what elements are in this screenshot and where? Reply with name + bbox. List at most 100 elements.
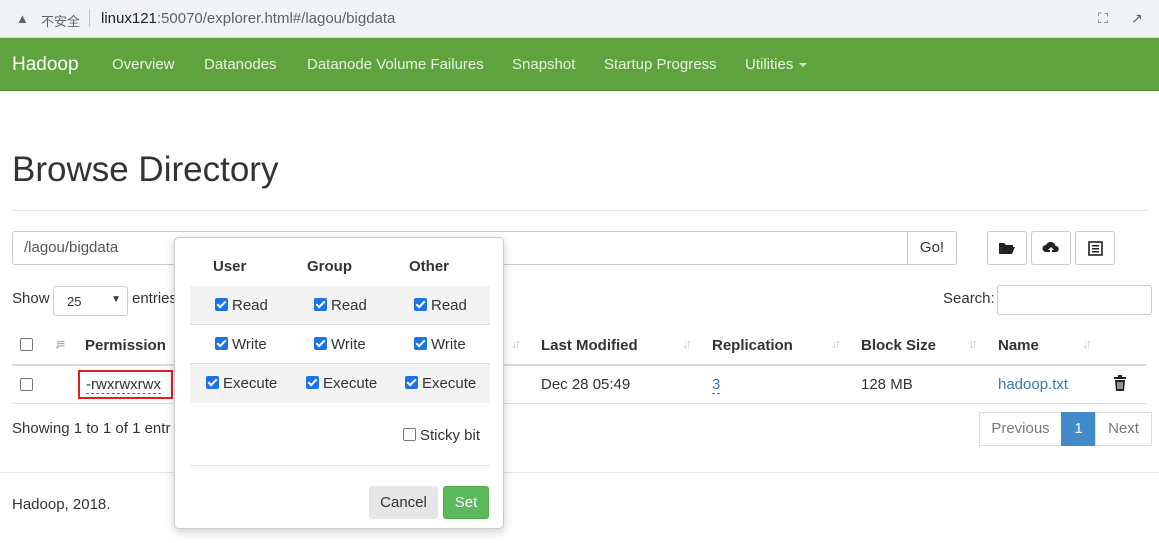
- user-execute-checkbox[interactable]: Execute: [206, 375, 277, 392]
- page-title: Browse Directory: [12, 150, 279, 189]
- other-write-checkbox[interactable]: Write: [414, 336, 466, 353]
- last-modified-cell: Dec 28 05:49: [541, 376, 631, 393]
- translate-icon[interactable]: ⛶: [1098, 10, 1108, 27]
- execute-label: Execute: [223, 375, 278, 392]
- group-execute-checkbox[interactable]: Execute: [306, 375, 377, 392]
- page-1-button[interactable]: 1: [1061, 412, 1096, 446]
- url-host: linux121: [101, 10, 157, 27]
- caret-down-icon: [799, 63, 808, 68]
- nav-snapshot[interactable]: Snapshot: [512, 56, 575, 73]
- permission-link[interactable]: -rwxrwxrwx: [86, 376, 161, 394]
- select-all-checkbox[interactable]: [20, 338, 33, 351]
- checkbox-checked-icon: [215, 337, 228, 350]
- header-name[interactable]: Name: [998, 337, 1039, 354]
- header-replication[interactable]: Replication: [712, 337, 793, 354]
- nav-datanode-volume-failures[interactable]: Datanode Volume Failures: [307, 56, 484, 73]
- checkbox-checked-icon: [314, 337, 327, 350]
- checkbox-checked-icon: [206, 376, 219, 389]
- group-write-checkbox[interactable]: Write: [314, 336, 366, 353]
- security-label[interactable]: 不安全: [41, 11, 80, 30]
- next-page-button[interactable]: Next: [1095, 412, 1152, 446]
- list-alt-icon: [1087, 240, 1103, 256]
- user-write-checkbox[interactable]: Write: [215, 336, 267, 353]
- top-navbar: Hadoop Overview Datanodes Datanode Volum…: [0, 38, 1159, 91]
- entries-per-page-select[interactable]: 25 ▼: [53, 286, 128, 316]
- checkbox-checked-icon: [414, 298, 427, 311]
- cancel-button[interactable]: Cancel: [369, 486, 438, 519]
- search-input[interactable]: [997, 285, 1152, 315]
- checkbox-checked-icon: [215, 298, 228, 311]
- share-icon[interactable]: ↗: [1131, 10, 1143, 27]
- read-row: Read Read Read: [190, 286, 490, 325]
- read-label: Read: [431, 297, 467, 314]
- entries-label: entries: [132, 290, 178, 307]
- set-button[interactable]: Set: [443, 486, 489, 519]
- checkbox-checked-icon: [414, 337, 427, 350]
- go-button[interactable]: Go!: [907, 231, 957, 265]
- url-path: :50070/explorer.html#/lagou/bigdata: [156, 10, 396, 27]
- url-field[interactable]: linux121:50070/explorer.html#/lagou/bigd…: [101, 10, 395, 27]
- other-execute-checkbox[interactable]: Execute: [405, 375, 476, 392]
- footer-text: Hadoop, 2018.: [12, 496, 111, 513]
- read-label: Read: [232, 297, 268, 314]
- user-read-checkbox[interactable]: Read: [215, 297, 268, 314]
- sticky-bit-checkbox[interactable]: Sticky bit: [403, 427, 480, 444]
- nav-utilities-label: Utilities: [745, 56, 794, 73]
- folder-open-icon: [999, 243, 1015, 255]
- column-other: Other: [409, 258, 450, 275]
- column-group: Group: [307, 258, 352, 275]
- entries-select-value: 25: [67, 294, 82, 309]
- file-name-link[interactable]: hadoop.txt: [998, 376, 1068, 393]
- sort-icon[interactable]: ↓↑: [1082, 336, 1092, 351]
- execute-label: Execute: [323, 375, 378, 392]
- divider: [12, 210, 1147, 211]
- nav-datanodes[interactable]: Datanodes: [204, 56, 277, 73]
- nav-utilities[interactable]: Utilities: [745, 56, 808, 73]
- other-read-checkbox[interactable]: Read: [414, 297, 467, 314]
- divider: [190, 465, 490, 466]
- cloud-upload-icon: [1042, 241, 1059, 255]
- show-label: Show: [12, 290, 50, 307]
- browser-address-bar: ▲ 不安全 linux121:50070/explorer.html#/lago…: [0, 0, 1159, 38]
- row-checkbox[interactable]: [20, 378, 33, 391]
- search-label: Search:: [943, 290, 995, 307]
- sort-icon[interactable]: ↓≡: [54, 336, 65, 351]
- cut-paste-button[interactable]: [1075, 231, 1115, 265]
- previous-page-button[interactable]: Previous: [979, 412, 1062, 446]
- execute-row: Execute Execute Execute: [190, 364, 490, 403]
- group-read-checkbox[interactable]: Read: [314, 297, 367, 314]
- upload-button[interactable]: [1031, 231, 1071, 265]
- trash-icon[interactable]: [1113, 375, 1127, 396]
- header-last-modified[interactable]: Last Modified: [541, 337, 638, 354]
- divider: [89, 9, 90, 27]
- read-label: Read: [331, 297, 367, 314]
- block-size-cell: 128 MB: [861, 376, 913, 393]
- replication-link[interactable]: 3: [712, 376, 721, 394]
- brand-link[interactable]: Hadoop: [12, 54, 79, 76]
- warning-icon[interactable]: ▲: [16, 11, 29, 26]
- sort-icon[interactable]: ↓↑: [831, 336, 841, 351]
- column-user: User: [213, 258, 247, 275]
- nav-startup-progress[interactable]: Startup Progress: [604, 56, 717, 73]
- checkbox-checked-icon: [306, 376, 319, 389]
- write-row: Write Write Write: [190, 325, 490, 364]
- header-block-size[interactable]: Block Size: [861, 337, 936, 354]
- permission-highlight: -rwxrwxrwx: [78, 370, 173, 399]
- sort-icon[interactable]: ↓↑: [682, 336, 692, 351]
- create-directory-button[interactable]: [987, 231, 1027, 265]
- chevron-down-icon: ▼: [111, 294, 121, 305]
- permission-popover: User Group Other Read Read Read Write Wr…: [174, 237, 504, 529]
- header-permission[interactable]: Permission: [85, 337, 166, 354]
- write-label: Write: [431, 336, 466, 353]
- execute-label: Execute: [422, 375, 477, 392]
- write-label: Write: [232, 336, 267, 353]
- checkbox-checked-icon: [314, 298, 327, 311]
- showing-entries-text: Showing 1 to 1 of 1 entr: [12, 420, 171, 437]
- sort-icon[interactable]: ↓↑: [511, 336, 521, 351]
- write-label: Write: [331, 336, 366, 353]
- nav-overview[interactable]: Overview: [112, 56, 175, 73]
- sort-icon[interactable]: ↓↑: [968, 336, 978, 351]
- checkbox-unchecked-icon: [403, 428, 416, 441]
- checkbox-checked-icon: [405, 376, 418, 389]
- sticky-bit-label: Sticky bit: [420, 427, 481, 444]
